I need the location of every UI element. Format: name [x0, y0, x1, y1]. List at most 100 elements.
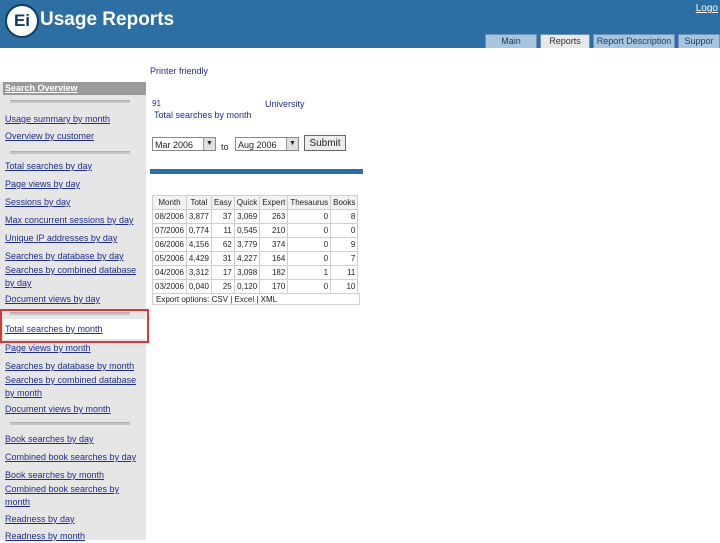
tab-reports[interactable]: Reports [540, 34, 590, 48]
nav-max-concurrent-sessions-by-day[interactable]: Max concurrent sessions by day [5, 214, 145, 227]
results-table: Month Total Easy Quick Expert Thesaurus … [152, 195, 359, 294]
cell: 263 [259, 209, 289, 224]
cell: 0 [287, 251, 332, 266]
tab-support[interactable]: Suppor [678, 34, 720, 48]
cell: 0,040 [185, 279, 212, 294]
nav-document-views-by-day[interactable]: Document views by day [5, 293, 145, 306]
institution-name: University [265, 99, 305, 109]
nav-overview-by-customer[interactable]: Overview by customer [5, 130, 145, 143]
table-row: 07/2006 0,774 11 0,545 210 0 0 [152, 223, 359, 238]
cell: 9 [330, 237, 359, 252]
cell: 0,774 [185, 223, 212, 238]
nav-divider [10, 100, 130, 103]
table-row: 06/2006 4,156 62 3,779 374 0 9 [152, 237, 359, 252]
cell: 08/2006 [152, 209, 187, 224]
col-header: Books [330, 195, 359, 210]
cell: 25 [210, 279, 235, 294]
cell: 06/2006 [152, 237, 187, 252]
to-label: to [221, 142, 229, 152]
cell: 4,429 [185, 251, 212, 266]
nav-searches-by-database-by-day[interactable]: Searches by database by day [5, 250, 145, 263]
nav-section-header[interactable]: Search Overview [3, 82, 146, 95]
app-title: Usage Reports [40, 9, 175, 30]
table-row: 03/2006 0,040 25 0,120 170 0 10 [152, 279, 359, 294]
nav-unique-ip-by-day[interactable]: Unique IP addresses by day [5, 232, 145, 245]
table-row: 04/2006 3,312 17 3,098 182 1 11 [152, 265, 359, 280]
nav-readness-by-month[interactable]: Readness by month [5, 530, 145, 543]
cell: 3,779 [233, 237, 261, 252]
tab-main[interactable]: Main [485, 34, 537, 48]
tab-report-description[interactable]: Report Description [593, 34, 675, 48]
nav-divider [10, 151, 130, 154]
nav-total-searches-by-month[interactable]: Total searches by month [5, 323, 145, 336]
col-header: Thesaurus [287, 195, 332, 210]
cell: 8 [330, 209, 359, 224]
cell: 374 [259, 237, 289, 252]
cell: 0 [287, 223, 332, 238]
cell: 11 [210, 223, 235, 238]
cell: 0 [330, 223, 359, 238]
cell: 62 [210, 237, 235, 252]
col-header: Quick [233, 195, 261, 210]
col-header: Easy [210, 195, 235, 210]
nav-page-views-by-month[interactable]: Page views by month [5, 342, 145, 355]
cell: 31 [210, 251, 235, 266]
left-nav-spacer [0, 48, 146, 82]
cell: 170 [259, 279, 289, 294]
nav-usage-summary-by-month[interactable]: Usage summary by month [5, 113, 145, 126]
cell: 0,120 [233, 279, 261, 294]
chevron-down-icon: ▼ [286, 138, 298, 150]
cell: 1 [287, 265, 332, 280]
export-options[interactable]: Export options: CSV | Excel | XML [152, 293, 360, 305]
nav-document-views-by-month[interactable]: Document views by month [5, 403, 145, 416]
main-tabs: Main Reports Report Description Suppor [482, 34, 720, 48]
cell: 03/2006 [152, 279, 187, 294]
cell: 3,877 [185, 209, 212, 224]
cell: 0 [287, 237, 332, 252]
ei-logo: Ei [5, 4, 39, 38]
cell: 07/2006 [152, 223, 187, 238]
nav-readness-by-day[interactable]: Readness by day [5, 513, 145, 526]
cell: 0,545 [233, 223, 261, 238]
submit-button[interactable]: Submit [304, 135, 346, 151]
col-header: Total [185, 195, 212, 210]
nav-searches-by-combined-database-by-day[interactable]: Searches by combined database by day [5, 264, 145, 290]
nav-divider [10, 422, 130, 425]
col-header: Month [152, 195, 187, 210]
nav-combined-book-searches-by-month[interactable]: Combined book searches by month [5, 483, 145, 509]
nav-book-searches-by-day[interactable]: Book searches by day [5, 433, 145, 446]
nav-page-views-by-day[interactable]: Page views by day [5, 178, 145, 191]
cell: 37 [210, 209, 235, 224]
cell: 4,227 [233, 251, 261, 266]
cell: 4,156 [185, 237, 212, 252]
from-month-value: Mar 2006 [155, 140, 194, 150]
nav-book-searches-by-month[interactable]: Book searches by month [5, 469, 145, 482]
nav-combined-book-searches-by-day[interactable]: Combined book searches by day [5, 451, 145, 464]
cell: 182 [259, 265, 289, 280]
cell: 3,312 [185, 265, 212, 280]
nav-searches-by-combined-database-by-month[interactable]: Searches by combined database by month [5, 374, 145, 400]
cell: 0 [287, 279, 332, 294]
to-month-select[interactable]: Aug 2006 ▼ [235, 137, 299, 151]
chevron-down-icon: ▼ [203, 138, 215, 150]
nav-total-searches-by-day[interactable]: Total searches by day [5, 160, 145, 173]
cell: 7 [330, 251, 359, 266]
app-header: Ei Usage Reports Logo Main Reports Repor… [0, 0, 720, 48]
nav-sessions-by-day[interactable]: Sessions by day [5, 196, 145, 209]
cell: 11 [330, 265, 359, 280]
from-month-select[interactable]: Mar 2006 ▼ [152, 137, 216, 151]
logout-link[interactable]: Logo [696, 3, 718, 14]
table-row: 05/2006 4,429 31 4,227 164 0 7 [152, 251, 359, 266]
table-row: 08/2006 3,877 37 3,069 263 0 8 [152, 209, 359, 224]
account-number: 91 [152, 99, 161, 108]
cell: 05/2006 [152, 251, 187, 266]
cell: 3,098 [233, 265, 261, 280]
table-top-bar [150, 169, 363, 174]
col-header: Expert [259, 195, 289, 210]
cell: 17 [210, 265, 235, 280]
nav-searches-by-database-by-month[interactable]: Searches by database by month [5, 360, 145, 373]
cell: 10 [330, 279, 359, 294]
report-title: Total searches by month [154, 110, 252, 120]
cell: 164 [259, 251, 289, 266]
printer-friendly-link[interactable]: Printer friendly [150, 66, 208, 76]
